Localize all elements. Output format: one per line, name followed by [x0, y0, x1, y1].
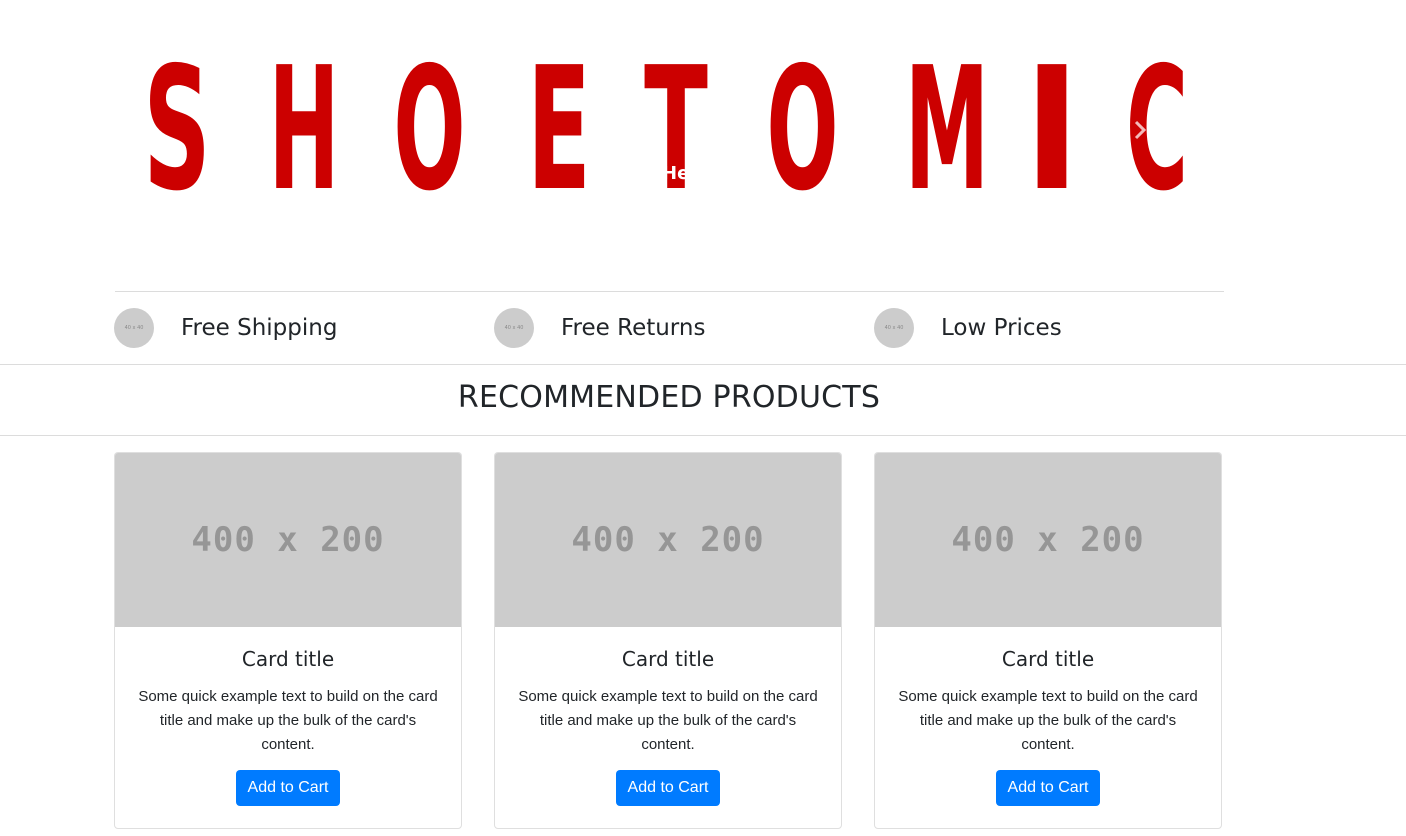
card-text: Some quick example text to build on the …	[898, 688, 1198, 753]
feature-label: Low Prices	[941, 315, 1062, 341]
feature-label: Free Returns	[561, 315, 706, 341]
carousel-caption-text: esc	[665, 198, 687, 214]
divider	[0, 435, 1406, 436]
feature-placeholder-icon: 40 x 40	[494, 308, 534, 348]
product-card: 400 x 200 Card title Some quick example …	[114, 452, 462, 829]
product-card: 400 x 200 Card title Some quick example …	[494, 452, 842, 829]
product-image-placeholder: 400 x 200	[495, 453, 841, 627]
brand-letter: M	[904, 31, 990, 229]
card-title: Card title	[241, 647, 335, 671]
card-text: Some quick example text to build on the …	[138, 688, 438, 753]
brand-letter: H	[268, 31, 340, 229]
add-to-cart-button[interactable]: Add to Cart	[615, 770, 721, 806]
feature-placeholder-icon: 40 x 40	[114, 308, 154, 348]
section-title: RECOMMENDED PRODUCTS	[457, 380, 881, 415]
brand-letter: O	[393, 31, 466, 229]
divider	[0, 364, 1406, 365]
brand-letter: O	[766, 31, 839, 229]
chevron-right-icon	[1134, 120, 1147, 140]
feature-free-returns: 40 x 40 Free Returns	[494, 307, 705, 349]
brand-letter: S	[143, 31, 211, 229]
card-text: Some quick example text to build on the …	[518, 688, 818, 753]
product-image-placeholder: 400 x 200	[115, 453, 461, 627]
card-title: Card title	[1001, 647, 1095, 671]
feature-free-shipping: 40 x 40 Free Shipping	[114, 307, 337, 349]
product-image-placeholder: 400 x 200	[875, 453, 1221, 627]
feature-placeholder-icon: 40 x 40	[874, 308, 914, 348]
add-to-cart-button[interactable]: Add to Cart	[235, 770, 341, 806]
feature-label: Free Shipping	[181, 315, 338, 341]
product-card: 400 x 200 Card title Some quick example …	[874, 452, 1222, 829]
feature-low-prices: 40 x 40 Low Prices	[874, 307, 1062, 349]
carousel-caption-title: He	[662, 163, 686, 184]
brand-letter: E	[527, 31, 591, 229]
divider	[115, 291, 1224, 292]
card-title: Card title	[621, 647, 715, 671]
hero-carousel: S H O E T O M I C He esc	[115, 0, 1224, 262]
carousel-next-button[interactable]	[1125, 112, 1155, 148]
brand-letter: I	[1023, 31, 1081, 229]
add-to-cart-button[interactable]: Add to Cart	[995, 770, 1101, 806]
